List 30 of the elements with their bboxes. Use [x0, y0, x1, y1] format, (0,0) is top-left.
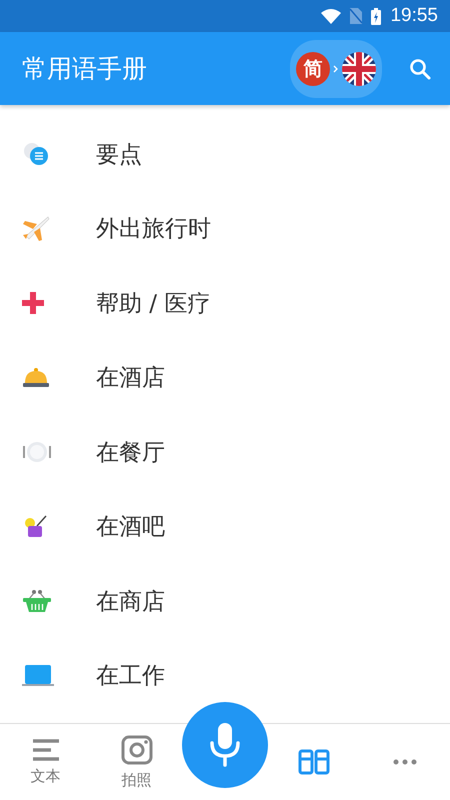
category-item[interactable]: 外出旅行时 — [0, 192, 450, 266]
plate-icon — [22, 440, 52, 464]
flag-icon[interactable] — [342, 52, 376, 86]
category-item[interactable]: 要点 — [0, 117, 450, 192]
text-tab[interactable]: 文本 — [0, 724, 91, 800]
medical-cross-icon — [22, 292, 44, 314]
status-time: 19:55 — [390, 5, 438, 27]
app-title: 常用语手册 — [22, 53, 148, 85]
category-item[interactable]: 在商店 — [0, 564, 450, 638]
camera-tab[interactable]: 拍照 — [91, 724, 182, 800]
service-bell-icon — [22, 366, 50, 389]
more-icon — [392, 759, 416, 765]
lines-icon — [32, 738, 58, 760]
category-item[interactable]: 在酒吧 — [0, 490, 450, 564]
category-item[interactable]: 在工作 — [0, 638, 450, 713]
microphone-icon — [210, 723, 240, 767]
laptop-icon — [22, 664, 54, 688]
airplane-icon — [22, 216, 50, 242]
battery-icon — [371, 8, 382, 24]
source-language[interactable]: 简 — [296, 52, 330, 86]
category-item[interactable]: 在酒店 — [0, 340, 450, 415]
camera-icon — [120, 734, 152, 764]
book-icon — [298, 749, 330, 775]
wifi-icon — [321, 8, 342, 24]
chevron-icon — [333, 64, 339, 74]
no-sim-icon — [350, 8, 362, 24]
category-item[interactable]: 在餐厅 — [0, 415, 450, 490]
category-item[interactable]: 帮助 / 医疗 — [0, 266, 450, 340]
search-icon — [408, 56, 432, 80]
basket-icon — [22, 589, 52, 614]
